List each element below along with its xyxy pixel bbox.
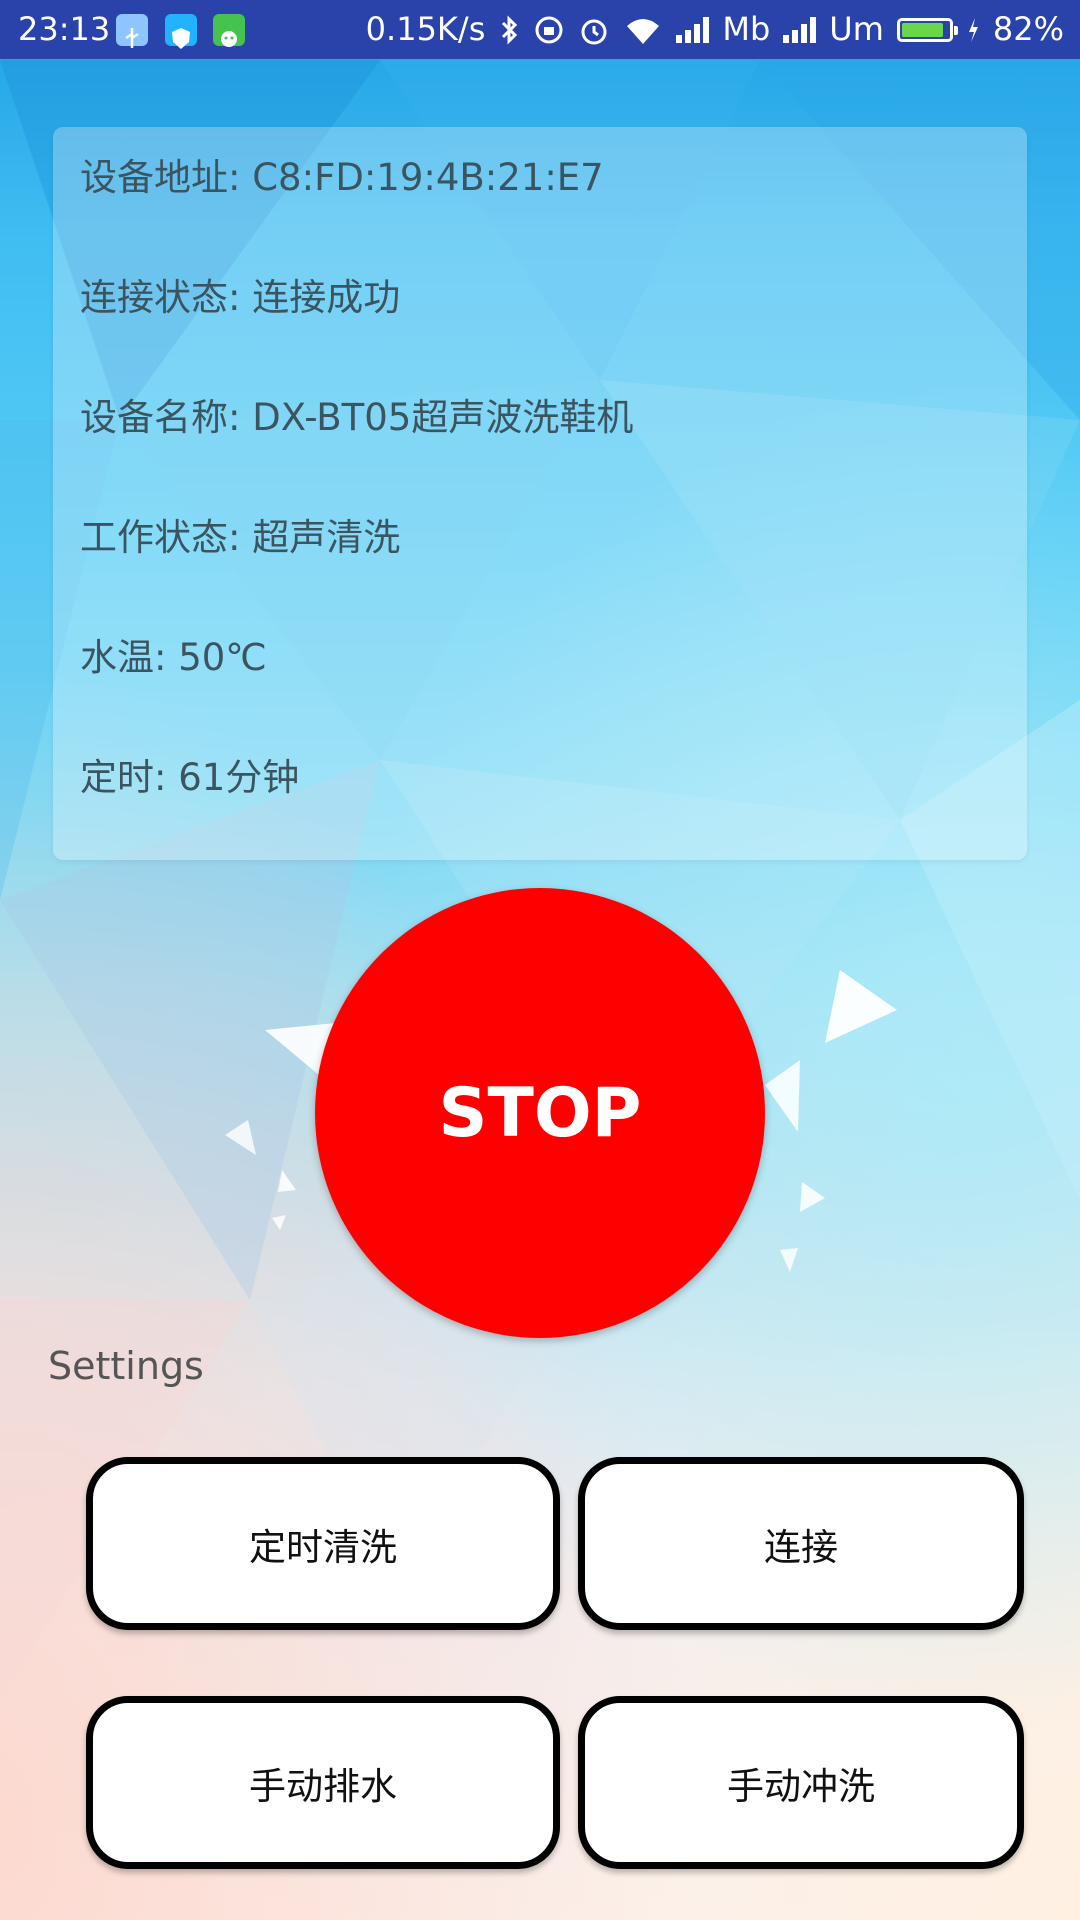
connection-status: 连接状态: 连接成功 <box>80 276 401 319</box>
timer-value: 定时: 61分钟 <box>80 756 300 799</box>
alarm-icon <box>581 19 607 44</box>
carrier-1: Mb <box>722 10 771 48</box>
battery-percent: 82% <box>992 10 1064 48</box>
status-time: 23:13 <box>18 10 111 48</box>
device-info-card: 设备地址: C8:FD:19:4B:21:E7 连接状态: 连接成功 设备名称:… <box>53 127 1027 860</box>
bluetooth-icon <box>502 14 518 45</box>
manual-drain-button[interactable]: 手动排水 <box>86 1696 560 1869</box>
network-speed: 0.15K/s <box>365 10 486 48</box>
signal-icon <box>783 16 817 43</box>
shield-app-icon <box>165 14 197 49</box>
usb-icon <box>116 14 148 48</box>
device-address: 设备地址: C8:FD:19:4B:21:E7 <box>80 156 604 199</box>
signal-icon <box>676 16 710 43</box>
device-name: 设备名称: DX-BT05超声波洗鞋机 <box>80 396 634 439</box>
app-screen: 23:13 0.15K/s Mb Um 82% 设备地址: C8:FD:19:4… <box>0 0 1080 1920</box>
battery-icon <box>896 17 958 42</box>
rotation-lock-icon <box>535 16 563 43</box>
connect-button[interactable]: 连接 <box>578 1457 1024 1630</box>
carrier-2: Um <box>829 10 884 48</box>
work-status: 工作状态: 超声清洗 <box>80 516 401 559</box>
android-app-icon <box>213 14 245 47</box>
settings-label: Settings <box>48 1344 204 1388</box>
water-temperature: 水温: 50℃ <box>80 636 267 679</box>
status-right-group: 0.15K/s Mb Um 82% <box>366 0 1064 59</box>
stop-button[interactable]: STOP <box>315 888 765 1338</box>
charging-icon <box>968 17 978 42</box>
wifi-icon <box>627 18 660 44</box>
status-bar: 23:13 0.15K/s Mb Um 82% <box>0 0 1080 59</box>
timer-clean-button[interactable]: 定时清洗 <box>86 1457 560 1630</box>
manual-flush-button[interactable]: 手动冲洗 <box>578 1696 1024 1869</box>
